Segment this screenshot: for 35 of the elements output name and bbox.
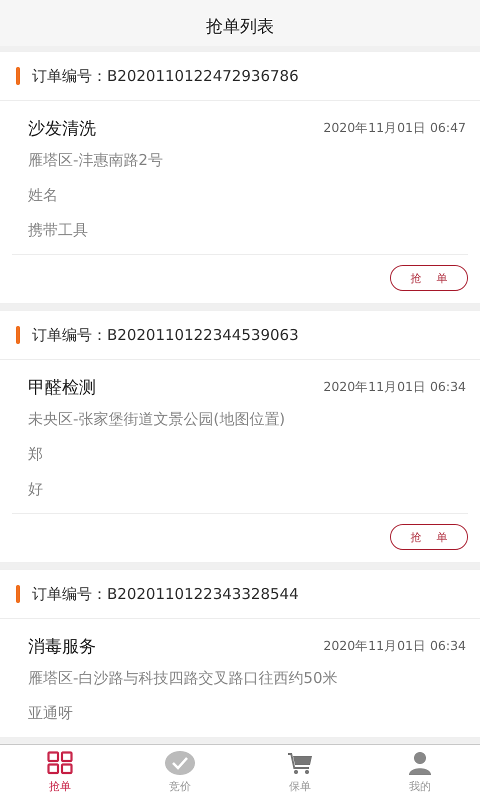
- person-icon: [408, 751, 432, 775]
- grab-order-button[interactable]: 抢 单: [390, 265, 468, 291]
- order-detail: 好: [28, 479, 44, 500]
- order-detail: 亚通呀: [28, 703, 74, 724]
- tab[interactable]: 竞价: [120, 745, 240, 800]
- tab-label: 我的: [409, 779, 431, 794]
- accent-bar: [16, 585, 20, 603]
- grab-order-button[interactable]: 抢 单: [390, 524, 468, 550]
- checkmark-icon: [165, 751, 195, 775]
- order-number: 订单编号：B2020110122343328544: [32, 584, 299, 604]
- cart-icon: [287, 751, 313, 775]
- tab[interactable]: 抢单: [0, 745, 120, 800]
- tab-label: 竞价: [169, 779, 191, 794]
- tab-label: 保单: [289, 779, 311, 794]
- accent-bar: [16, 67, 20, 85]
- order-number: 订单编号：B2020110122344539063: [32, 326, 299, 344]
- service-name: 甲醛检测: [28, 376, 96, 398]
- accent-bar: [16, 326, 20, 344]
- order-time: 2020年11月01日 06:47: [323, 120, 466, 136]
- page-title: 抢单列表: [206, 16, 274, 38]
- order-detail: 姓名: [28, 185, 59, 206]
- tab[interactable]: 保单: [240, 745, 360, 800]
- tab-label: 抢单: [49, 779, 71, 794]
- order-detail: 雁塔区-沣惠南路2号: [28, 150, 164, 171]
- order-time: 2020年11月01日 06:34: [323, 378, 466, 396]
- order-number: 订单编号：B2020110122472936786: [32, 66, 299, 86]
- order-time: 2020年11月01日 06:34: [323, 638, 466, 654]
- service-name: 沙发清洗: [28, 118, 96, 140]
- order-detail: 未央区-张家堡街道文景公园(地图位置): [28, 409, 286, 430]
- order-detail: 携带工具: [28, 220, 89, 241]
- grid-icon: [47, 751, 73, 775]
- tab[interactable]: 我的: [360, 745, 480, 800]
- order-detail: 雁塔区-白沙路与科技四路交叉路口往西约50米: [28, 668, 338, 689]
- service-name: 消毒服务: [28, 636, 96, 658]
- order-detail: 郑: [28, 444, 44, 465]
